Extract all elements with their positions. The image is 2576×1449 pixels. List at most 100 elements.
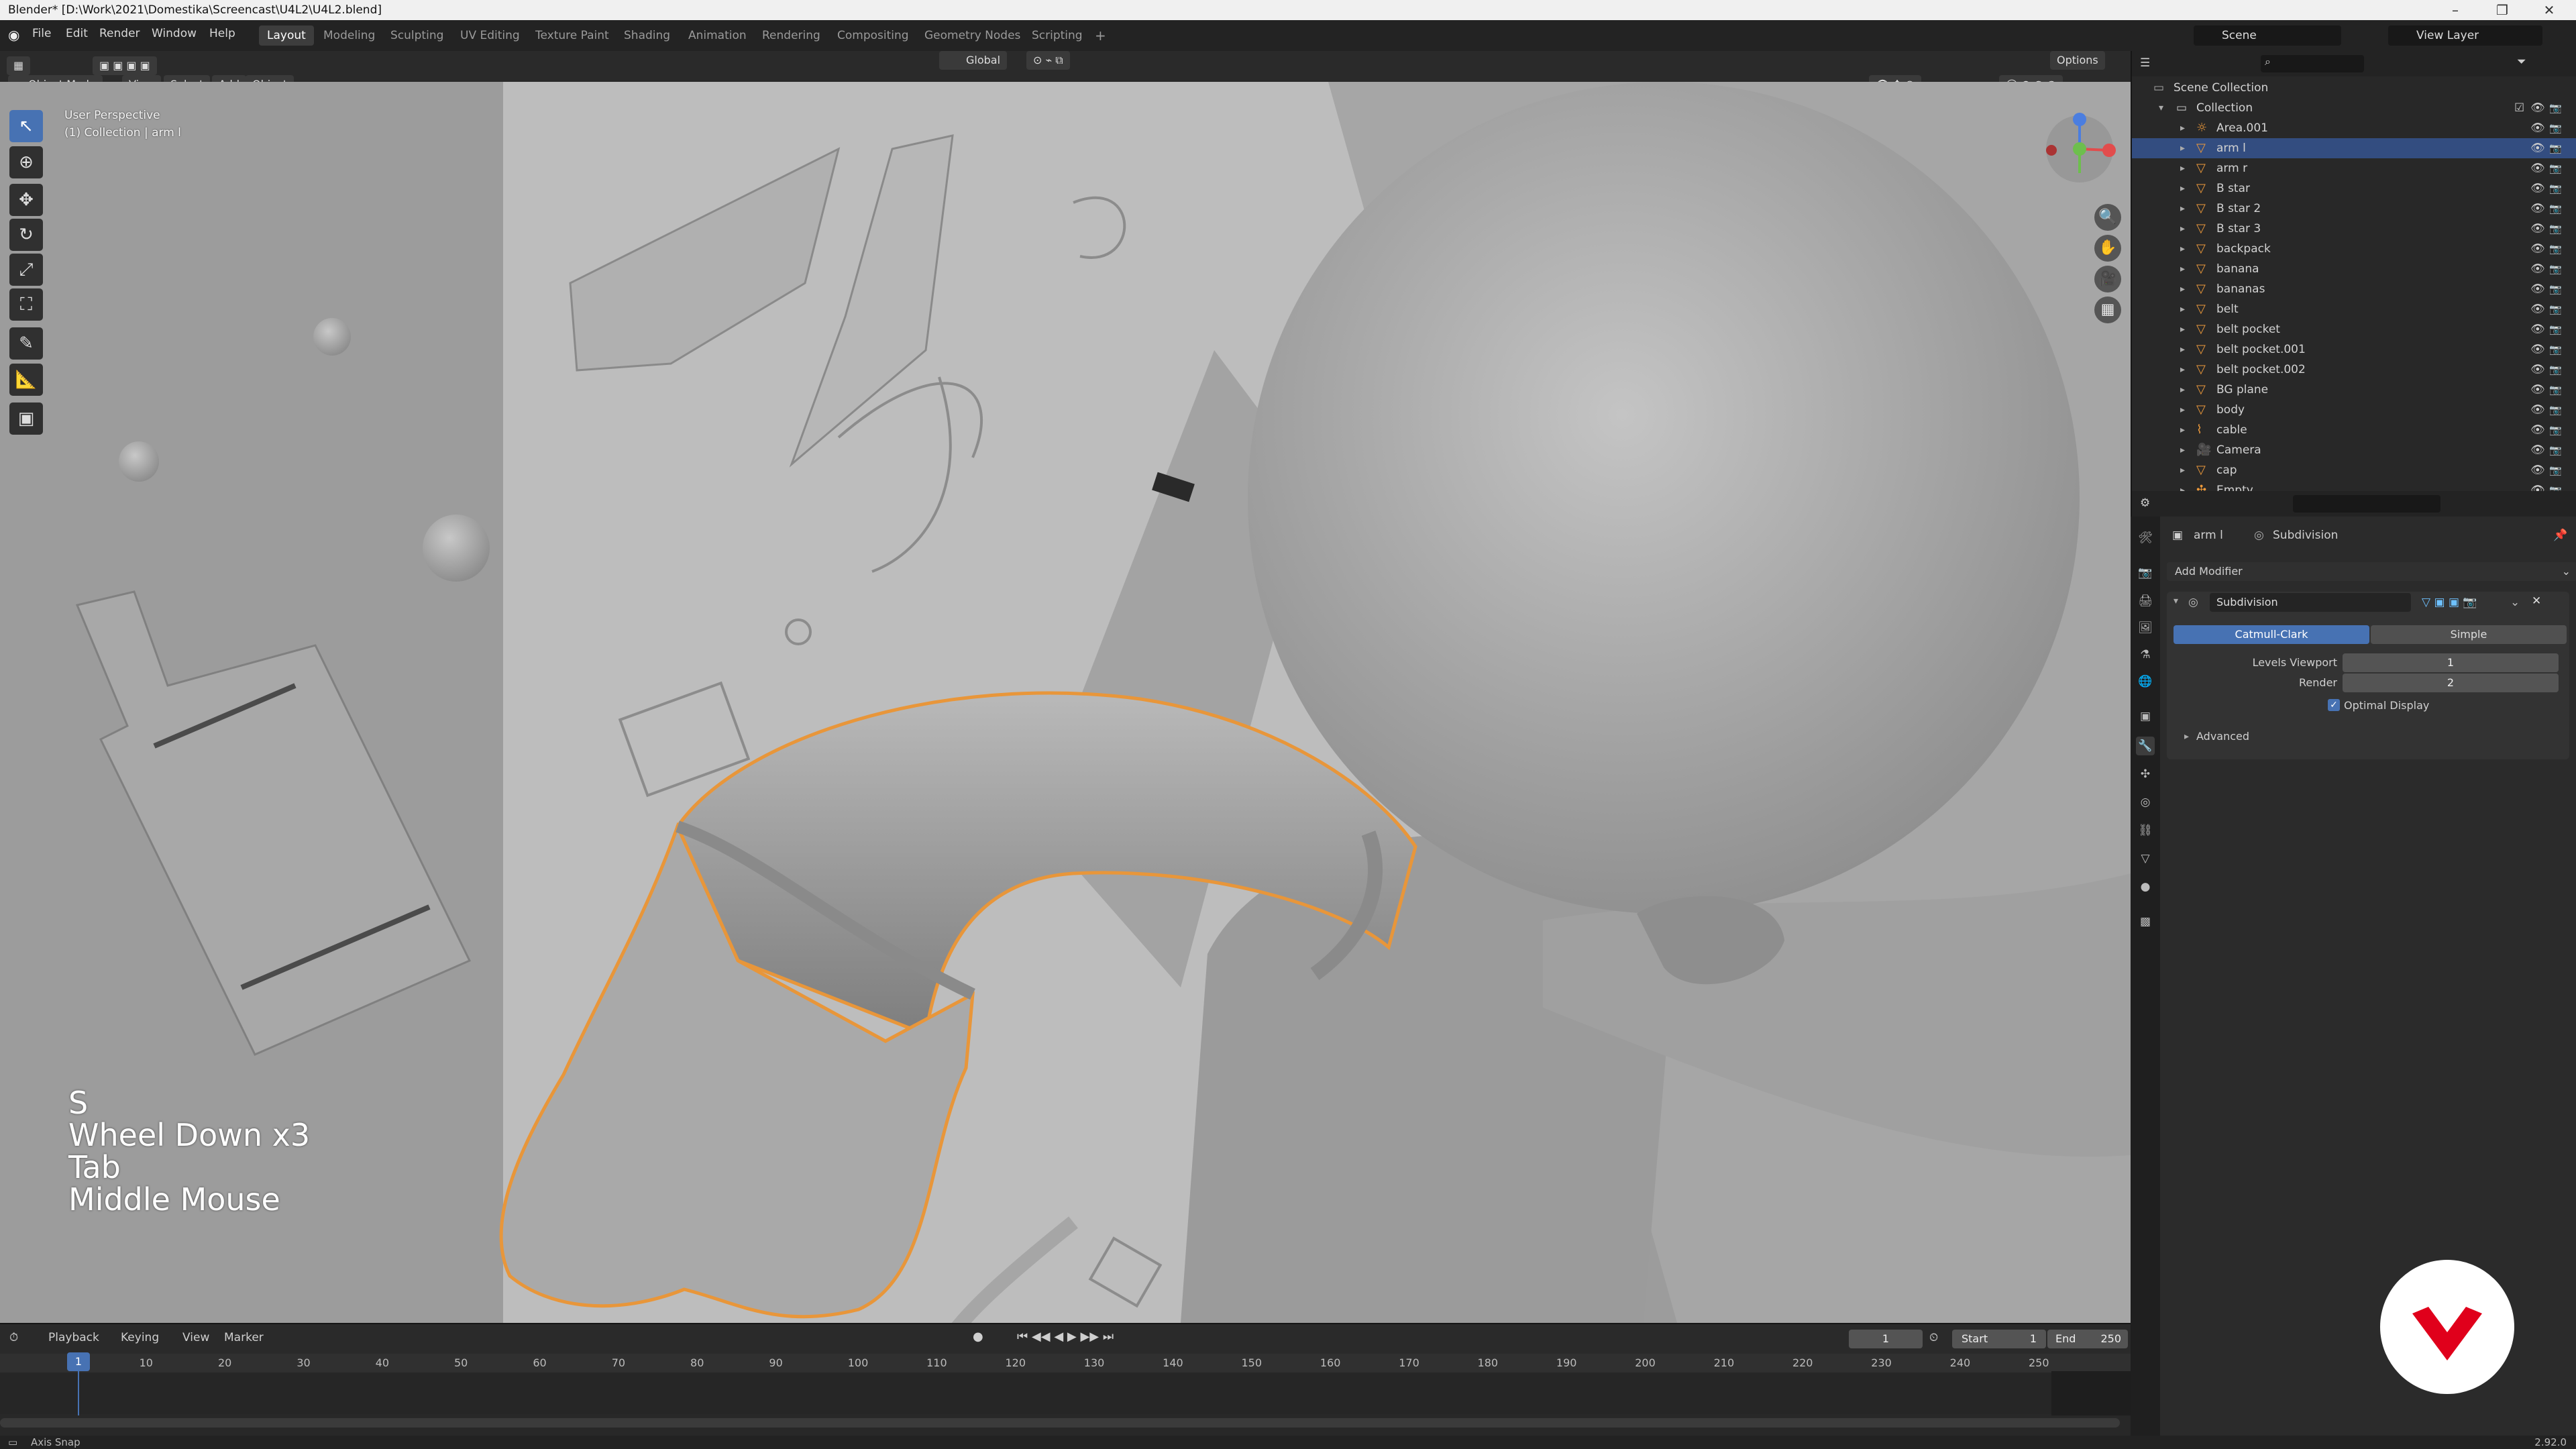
chevron-right-icon[interactable]: ▸	[2180, 380, 2185, 400]
add-cube-tool-icon[interactable]: ▣	[9, 402, 43, 435]
chevron-right-icon[interactable]: ▸	[2180, 420, 2185, 440]
pin-icon[interactable]: 📌	[2553, 529, 2567, 542]
outliner-item[interactable]: ▸ ▽ belt pocket.002 👁 📷	[2132, 360, 2576, 380]
visibility-icon[interactable]: 👁	[2530, 460, 2545, 480]
render-tab-icon[interactable]: 📷	[2136, 564, 2155, 582]
menu-window[interactable]: Window	[152, 27, 197, 40]
outliner-item[interactable]: ▸ ▽ cap 👁 📷	[2132, 460, 2576, 480]
filter-icon[interactable]: ⏷	[2517, 55, 2526, 68]
visibility-icon[interactable]: 👁	[2530, 199, 2545, 219]
checkbox-icon[interactable]: ☑	[2514, 98, 2524, 118]
visibility-icon[interactable]: 👁	[2530, 178, 2545, 199]
add-modifier-button[interactable]: Add Modifier ⌄	[2167, 562, 2576, 581]
outliner-item[interactable]: ▸ ▽ arm r 👁 📷	[2132, 158, 2576, 178]
render-visibility-icon[interactable]: 📷	[2549, 138, 2562, 158]
tab-rendering[interactable]: Rendering	[754, 25, 828, 46]
chevron-right-icon[interactable]: ▸	[2180, 460, 2185, 480]
physics-tab-icon[interactable]: ◎	[2136, 793, 2155, 812]
menu-view-timeline[interactable]: View	[182, 1331, 209, 1344]
texture-tab-icon[interactable]: ▩	[2136, 912, 2155, 931]
modifier-display-toggles[interactable]: ▽ ▣ ▣ 📷	[2422, 596, 2477, 609]
outliner-item[interactable]: ▸ ▽ banana 👁 📷	[2132, 259, 2576, 279]
chevron-right-icon[interactable]: ▸	[2180, 339, 2185, 360]
chevron-right-icon[interactable]: ▸	[2180, 138, 2185, 158]
outliner-item[interactable]: ▸ ▽ belt pocket 👁 📷	[2132, 319, 2576, 339]
particles-tab-icon[interactable]: ✣	[2136, 765, 2155, 784]
view-layer-tab-icon[interactable]: 🖼	[2136, 619, 2155, 637]
grid-view-icon[interactable]: ▦	[2094, 297, 2121, 323]
pan-icon[interactable]: ✋	[2094, 235, 2121, 262]
menu-help[interactable]: Help	[209, 27, 235, 40]
chevron-right-icon[interactable]: ▸	[2180, 440, 2185, 460]
current-frame-field[interactable]: 1	[1849, 1330, 1923, 1348]
material-tab-icon[interactable]: ●	[2136, 877, 2155, 896]
chevron-right-icon[interactable]: ▸	[2184, 731, 2189, 742]
render-visibility-icon[interactable]: 📷	[2549, 360, 2562, 380]
outliner-item[interactable]: ▸ ▽ B star 3 👁 📷	[2132, 219, 2576, 239]
simple-button[interactable]: Simple	[2371, 625, 2567, 644]
render-visibility-icon[interactable]: 📷	[2549, 279, 2562, 299]
properties-search-input[interactable]	[2293, 495, 2440, 513]
outliner-item[interactable]: ▸ ▽ BG plane 👁 📷	[2132, 380, 2576, 400]
output-tab-icon[interactable]: 🖨	[2136, 592, 2155, 610]
remove-modifier-icon[interactable]: ✕	[2532, 594, 2541, 608]
outliner-item[interactable]: ▸ ▽ bananas 👁 📷	[2132, 279, 2576, 299]
render-visibility-icon[interactable]: 📷	[2549, 400, 2562, 420]
outliner-item[interactable]: ▸ ▽ backpack 👁 📷	[2132, 239, 2576, 259]
transform-orientation-selector[interactable]: Global	[939, 51, 1008, 70]
chevron-right-icon[interactable]: ▸	[2180, 178, 2185, 199]
outliner-item[interactable]: ▸ ▽ arm l 👁 📷	[2132, 138, 2576, 158]
end-frame-field[interactable]: End 250	[2047, 1330, 2128, 1348]
constraints-tab-icon[interactable]: ⛓	[2136, 821, 2155, 840]
maximize-icon[interactable]: ❐	[2482, 0, 2522, 20]
zoom-icon[interactable]: 🔍	[2094, 204, 2121, 231]
render-visibility-icon[interactable]: 📷	[2549, 460, 2562, 480]
chevron-right-icon[interactable]: ▸	[2180, 279, 2185, 299]
chevron-right-icon[interactable]: ▸	[2180, 299, 2185, 319]
chevron-right-icon[interactable]: ▸	[2180, 360, 2185, 380]
visibility-icon[interactable]: 👁	[2530, 98, 2545, 118]
render-levels-field[interactable]: 2	[2343, 674, 2559, 692]
modifier-name-field[interactable]: Subdivision	[2210, 593, 2411, 612]
visibility-icon[interactable]: 👁	[2530, 319, 2545, 339]
tab-shading[interactable]: Shading	[616, 25, 678, 46]
record-icon[interactable]: ●	[973, 1330, 983, 1344]
properties-editor-icon[interactable]: ⚙	[2140, 496, 2150, 510]
chevron-down-icon[interactable]: ⌄	[2510, 596, 2520, 609]
outliner-scene-collection[interactable]: ▭ Scene Collection	[2132, 78, 2576, 98]
scene-selector[interactable]: Scene	[2194, 25, 2341, 46]
menu-file[interactable]: File	[32, 27, 51, 40]
render-visibility-icon[interactable]: 📷	[2549, 339, 2562, 360]
chevron-right-icon[interactable]: ▸	[2180, 319, 2185, 339]
tab-compositing[interactable]: Compositing	[829, 25, 917, 46]
advanced-subpanel[interactable]: Advanced	[2196, 730, 2249, 743]
transform-tool-icon[interactable]: ⛶	[9, 288, 43, 321]
outliner-item[interactable]: ▸ ☼ Area.001 👁 📷	[2132, 118, 2576, 138]
menu-playback[interactable]: Playback	[48, 1331, 99, 1344]
playhead[interactable]: 1	[67, 1352, 90, 1371]
data-tab-icon[interactable]: ▽	[2136, 849, 2155, 868]
render-visibility-icon[interactable]: 📷	[2549, 219, 2562, 239]
visibility-icon[interactable]: 👁	[2530, 219, 2545, 239]
chevron-right-icon[interactable]: ▸	[2180, 259, 2185, 279]
render-visibility-icon[interactable]: 📷	[2549, 199, 2562, 219]
menu-marker[interactable]: Marker	[224, 1331, 264, 1344]
chevron-right-icon[interactable]: ▸	[2180, 158, 2185, 178]
visibility-icon[interactable]: 👁	[2530, 118, 2545, 138]
outliner-item[interactable]: ▸ ⌇ cable 👁 📷	[2132, 420, 2576, 440]
outliner-editor-icon[interactable]: ☰	[2140, 56, 2150, 70]
visibility-icon[interactable]: 👁	[2530, 360, 2545, 380]
navigation-gizmo[interactable]	[2039, 109, 2127, 209]
minimize-icon[interactable]: –	[2435, 0, 2475, 20]
tab-uv-editing[interactable]: UV Editing	[452, 25, 528, 46]
playback-controls[interactable]: ⏮ ◀◀ ◀ ▶ ▶▶ ⏭	[1017, 1330, 1114, 1344]
outliner-item[interactable]: ▸ ▽ belt 👁 📷	[2132, 299, 2576, 319]
modifier-tab-icon[interactable]: 🔧	[2136, 737, 2155, 755]
render-visibility-icon[interactable]: 📷	[2549, 420, 2562, 440]
measure-tool-icon[interactable]: 📐	[9, 364, 43, 396]
render-visibility-icon[interactable]: 📷	[2549, 239, 2562, 259]
object-tab-icon[interactable]: ▣	[2136, 707, 2155, 726]
scene-tab-icon[interactable]: ⚗	[2136, 645, 2155, 664]
render-visibility-icon[interactable]: 📷	[2549, 440, 2562, 460]
render-visibility-icon[interactable]: 📷	[2549, 178, 2562, 199]
